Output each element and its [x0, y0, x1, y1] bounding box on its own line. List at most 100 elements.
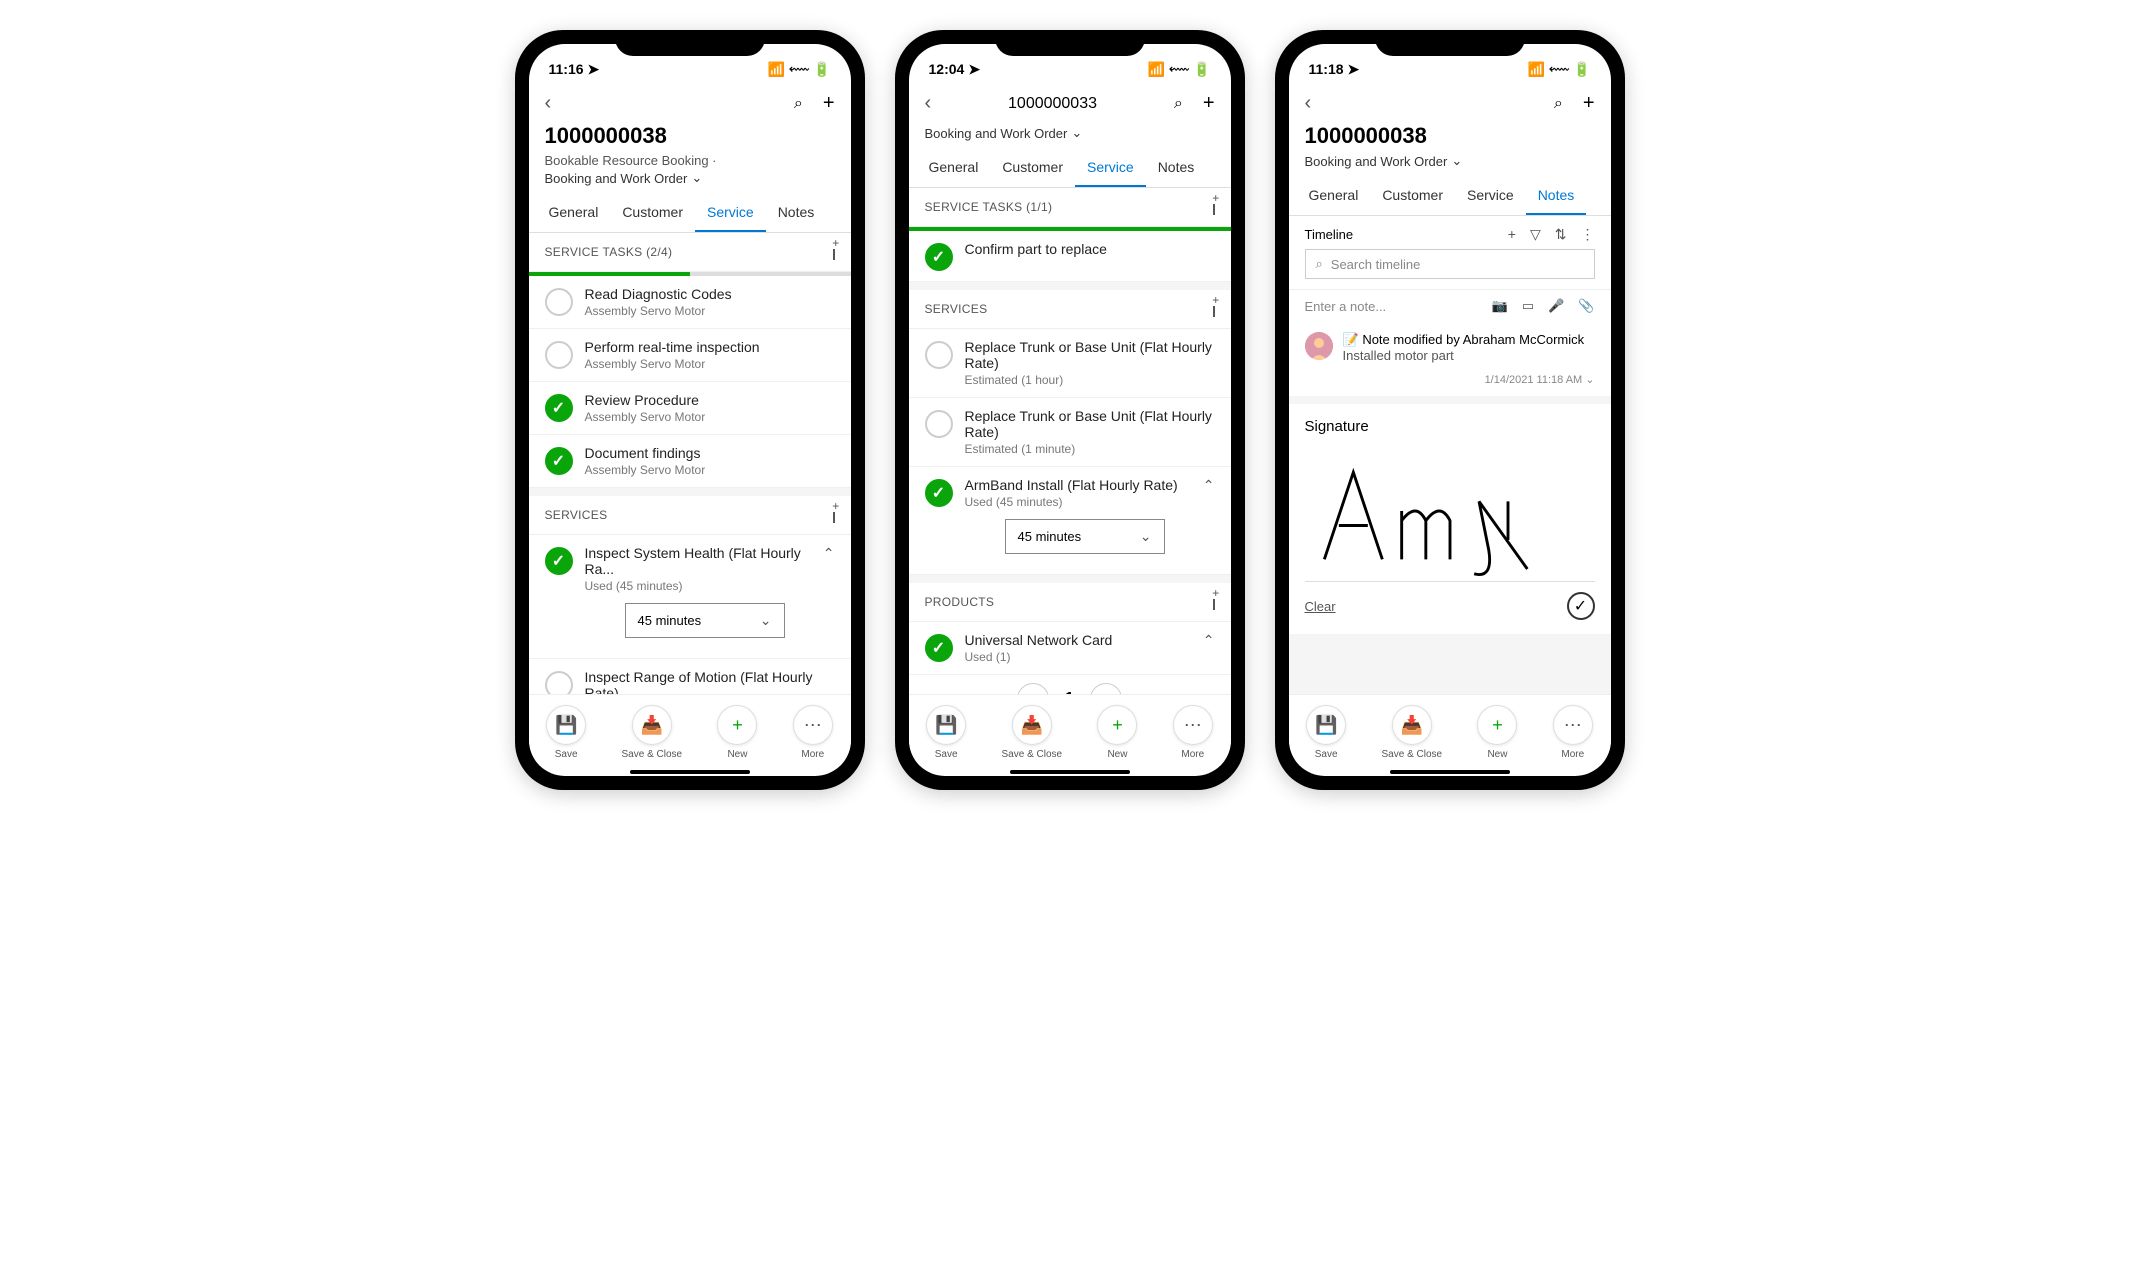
note-body: Installed motor part	[1343, 348, 1454, 363]
tab-service[interactable]: Service	[1075, 149, 1146, 187]
service-row[interactable]: Replace Trunk or Base Unit (Flat Hourly …	[909, 398, 1231, 467]
more-button[interactable]: ⋯More	[1553, 705, 1593, 760]
camera-icon[interactable]: 📷	[1492, 298, 1508, 314]
duration-dropdown[interactable]: 45 minutes ⌄	[625, 603, 785, 638]
task-checkbox[interactable]	[925, 479, 953, 507]
mic-icon[interactable]: 🎤	[1548, 298, 1564, 314]
task-checkbox[interactable]	[545, 447, 573, 475]
add-record-icon[interactable]	[1213, 595, 1215, 609]
task-row[interactable]: Review Procedure Assembly Servo Motor	[529, 382, 851, 435]
service-row[interactable]: Replace Trunk or Base Unit (Flat Hourly …	[909, 329, 1231, 398]
search-icon[interactable]: ⌕	[1174, 95, 1183, 113]
task-row[interactable]: Perform real-time inspection Assembly Se…	[529, 329, 851, 382]
new-button[interactable]: +New	[1477, 705, 1517, 760]
qty-minus-button[interactable]: −	[1017, 683, 1049, 694]
status-time: 11:18	[1309, 61, 1344, 77]
add-record-icon[interactable]	[833, 508, 835, 522]
task-checkbox[interactable]	[925, 341, 953, 369]
back-icon[interactable]: ‹	[1305, 92, 1312, 115]
new-button[interactable]: +New	[717, 705, 757, 760]
services-section: SERVICES Inspect System Health (Flat Hou…	[529, 496, 851, 694]
add-icon[interactable]: +	[823, 92, 835, 115]
collapse-icon[interactable]: ⌃	[823, 545, 835, 562]
task-checkbox[interactable]	[925, 634, 953, 662]
tab-notes[interactable]: Notes	[1146, 149, 1207, 187]
search-icon[interactable]: ⌕	[794, 95, 803, 113]
save-button[interactable]: 💾Save	[926, 705, 966, 760]
chevron-down-icon[interactable]: ⌄	[1585, 374, 1594, 386]
tab-notes[interactable]: Notes	[766, 194, 827, 232]
tab-notes[interactable]: Notes	[1526, 177, 1587, 215]
task-checkbox[interactable]	[545, 394, 573, 422]
home-indicator[interactable]	[630, 770, 750, 774]
save-close-button[interactable]: 📥Save & Close	[1002, 705, 1063, 760]
more-button[interactable]: ⋯More	[1173, 705, 1213, 760]
save-button[interactable]: 💾Save	[1306, 705, 1346, 760]
view-selector[interactable]: Booking and Work Order ⌄	[925, 125, 1215, 141]
note-item[interactable]: 📝 Note modified by Abraham McCormick Ins…	[1289, 322, 1611, 373]
add-icon[interactable]: +	[1583, 92, 1595, 115]
tab-service[interactable]: Service	[1455, 177, 1526, 215]
add-record-icon[interactable]	[1213, 200, 1215, 214]
tab-general[interactable]: General	[537, 194, 611, 232]
save-close-button[interactable]: 📥Save & Close	[1382, 705, 1443, 760]
add-icon[interactable]: +	[1508, 226, 1516, 243]
home-indicator[interactable]	[1390, 770, 1510, 774]
section-header: SERVICE TASKS (1/1)	[909, 188, 1231, 227]
service-row[interactable]: ArmBand Install (Flat Hourly Rate) Used …	[909, 467, 1231, 575]
video-icon[interactable]: ▭	[1522, 298, 1534, 314]
tab-general[interactable]: General	[917, 149, 991, 187]
note-entry[interactable]: Enter a note... 📷 ▭ 🎤 📎	[1289, 289, 1611, 322]
sort-icon[interactable]: ⇅	[1555, 226, 1567, 243]
task-checkbox[interactable]	[925, 410, 953, 438]
duration-dropdown[interactable]: 45 minutes ⌄	[1005, 519, 1165, 554]
task-sub: Estimated (1 hour)	[965, 373, 1215, 387]
task-row[interactable]: Confirm part to replace	[909, 231, 1231, 282]
tab-customer[interactable]: Customer	[610, 194, 695, 232]
task-checkbox[interactable]	[545, 671, 573, 694]
more-button[interactable]: ⋯More	[793, 705, 833, 760]
home-indicator[interactable]	[1010, 770, 1130, 774]
collapse-icon[interactable]: ⌃	[1203, 632, 1215, 649]
filter-icon[interactable]: ▽	[1530, 226, 1541, 243]
back-icon[interactable]: ‹	[545, 92, 552, 115]
service-row[interactable]: Inspect Range of Motion (Flat Hourly Rat…	[529, 659, 851, 694]
new-button[interactable]: +New	[1097, 705, 1137, 760]
task-checkbox[interactable]	[925, 243, 953, 271]
content: Timeline + ▽ ⇅ ⋮ ⌕ Search timeline Enter…	[1289, 216, 1611, 694]
add-record-icon[interactable]	[833, 245, 835, 259]
task-sub: Assembly Servo Motor	[585, 463, 835, 477]
note-author: Note modified by Abraham McCormick	[1362, 332, 1584, 347]
save-button[interactable]: 💾Save	[546, 705, 586, 760]
screen: 11:16 ➤ 📶 ⬳ 🔋 ‹ ⌕ + 1000000038 Bookable …	[529, 44, 851, 776]
tab-general[interactable]: General	[1297, 177, 1371, 215]
task-checkbox[interactable]	[545, 341, 573, 369]
search-timeline[interactable]: ⌕ Search timeline	[1305, 249, 1595, 279]
signature-canvas[interactable]	[1305, 441, 1595, 581]
collapse-icon[interactable]: ⌃	[1203, 477, 1215, 494]
tab-service[interactable]: Service	[695, 194, 766, 232]
save-close-button[interactable]: 📥Save & Close	[622, 705, 683, 760]
task-checkbox[interactable]	[545, 288, 573, 316]
back-icon[interactable]: ‹	[925, 92, 932, 115]
task-row[interactable]: Read Diagnostic Codes Assembly Servo Mot…	[529, 276, 851, 329]
view-selector[interactable]: Booking and Work Order ⌄	[545, 170, 835, 186]
tab-customer[interactable]: Customer	[1370, 177, 1455, 215]
add-icon[interactable]: +	[1203, 92, 1215, 115]
task-title: Universal Network Card	[965, 632, 1191, 648]
view-selector[interactable]: Booking and Work Order ⌄	[1305, 153, 1595, 169]
service-row[interactable]: Inspect System Health (Flat Hourly Ra...…	[529, 535, 851, 659]
task-checkbox[interactable]	[545, 547, 573, 575]
more-icon[interactable]: ⋮	[1581, 226, 1595, 243]
task-row[interactable]: Document findings Assembly Servo Motor	[529, 435, 851, 488]
wifi-icon: ⬳	[789, 61, 809, 78]
qty-plus-button[interactable]: +	[1090, 683, 1122, 694]
attach-icon[interactable]: 📎	[1578, 298, 1594, 314]
tab-customer[interactable]: Customer	[990, 149, 1075, 187]
note-icon: 📝	[1343, 332, 1363, 347]
add-record-icon[interactable]	[1213, 302, 1215, 316]
search-icon[interactable]: ⌕	[1554, 95, 1563, 113]
clear-signature[interactable]: Clear	[1305, 599, 1336, 614]
confirm-signature[interactable]: ✓	[1567, 592, 1595, 620]
product-row[interactable]: Universal Network Card Used (1) ⌃	[909, 622, 1231, 675]
